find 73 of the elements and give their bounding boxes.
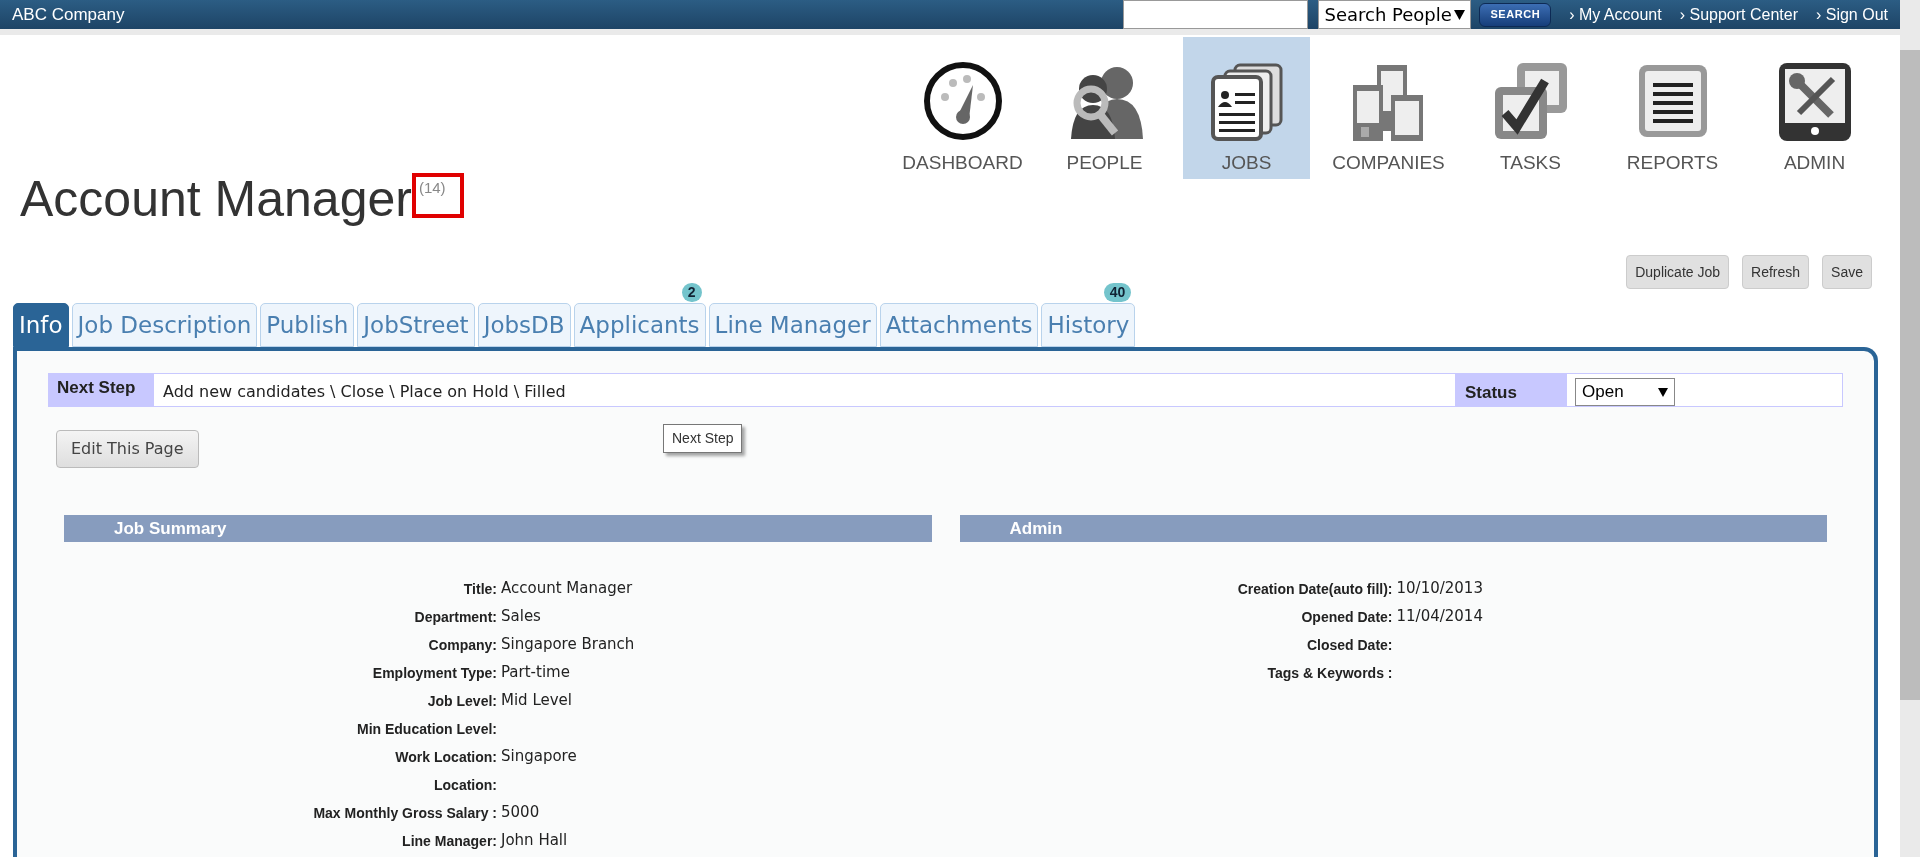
next-step-label: Next Step	[49, 374, 154, 406]
tab[interactable]: History	[1041, 303, 1136, 347]
action-button[interactable]: Duplicate Job	[1626, 255, 1730, 289]
tab[interactable]: Applicants	[573, 303, 706, 347]
record-count: (14)	[411, 173, 464, 218]
action-button[interactable]: Save	[1822, 255, 1872, 289]
field-label: Tags & Keywords :	[1266, 664, 1394, 683]
search-select[interactable]: Search People	[1318, 0, 1472, 30]
tab[interactable]: Line Manager	[708, 303, 877, 347]
nav-label: PEOPLE	[1066, 151, 1143, 175]
field-value: Singapore Branch	[501, 634, 635, 655]
field-label: Work Location:	[394, 748, 498, 767]
tab[interactable]: Publish	[260, 303, 355, 347]
field-label: Line Manager:	[401, 832, 498, 851]
field-value: Sales	[501, 606, 541, 627]
nav-label: JOBS	[1221, 151, 1272, 175]
search-button[interactable]: SEARCH	[1479, 2, 1552, 27]
field-value: 5000	[501, 802, 540, 823]
field-value: Account Manager	[501, 578, 633, 599]
field-label: Closed Date:	[1305, 636, 1394, 655]
header-link[interactable]: › Sign Out	[1815, 2, 1888, 27]
count-badge: 40	[1103, 283, 1132, 302]
field-label: Max Monthly Gross Salary :	[312, 804, 498, 823]
action-button[interactable]: Refresh	[1742, 255, 1810, 289]
nav-label: DASHBOARD	[902, 151, 1023, 175]
status-label: Status	[1455, 374, 1567, 406]
count-badge: 2	[681, 283, 702, 302]
field-label: Opened Date:	[1300, 608, 1394, 627]
section-header: Admin	[959, 515, 1827, 542]
nav-tile[interactable]: DASHBOARD	[899, 37, 1026, 179]
nav-label: COMPANIES	[1332, 151, 1445, 175]
page-title: Account Manager	[20, 170, 412, 229]
nav-tile[interactable]: REPORTS	[1609, 37, 1736, 179]
nav-label: ADMIN	[1783, 151, 1846, 175]
tab[interactable]: JobStreet	[357, 303, 475, 347]
nav-label: REPORTS	[1626, 151, 1719, 175]
field-label: Employment Type:	[371, 664, 498, 683]
field-label: Company:	[427, 636, 498, 655]
dropdown-caret-icon	[1658, 387, 1668, 397]
tab[interactable]: Info	[13, 303, 69, 347]
field-value: Mid Level	[501, 690, 572, 711]
field-label: Title:	[462, 580, 498, 599]
scrollbar[interactable]	[1900, 0, 1920, 857]
nav-tile[interactable]: ADMIN	[1751, 37, 1878, 179]
nav-tile[interactable]: JOBS	[1183, 37, 1310, 179]
field-label: Location:	[433, 776, 498, 795]
search-field[interactable]	[1123, 0, 1309, 30]
nav-tile[interactable]: PEOPLE	[1041, 37, 1168, 179]
brand-name: ABC Company	[12, 3, 125, 26]
dropdown-caret-icon	[1454, 9, 1466, 20]
tab[interactable]: Attachments	[879, 303, 1039, 347]
nav-tile[interactable]: TASKS	[1467, 37, 1594, 179]
field-label: Creation Date(auto fill):	[1236, 580, 1394, 599]
field-label: Min Education Level:	[356, 720, 498, 739]
field-value: Part-time	[501, 662, 570, 683]
field-value: Singapore	[501, 746, 577, 767]
tooltip: Next Step	[663, 424, 743, 453]
header-link[interactable]: › My Account	[1569, 2, 1662, 27]
nav-tile[interactable]: COMPANIES	[1325, 37, 1452, 179]
field-label: Department:	[413, 608, 498, 627]
next-step-text: Add new candidates \ Close \ Place on Hold \ Filled	[162, 381, 567, 403]
field-label: Job Level:	[426, 692, 498, 711]
field-value: John Hall	[501, 830, 568, 851]
scrollbar-thumb[interactable]	[1900, 50, 1920, 700]
edit-page-button[interactable]: Edit This Page	[56, 430, 199, 468]
field-value: 10/10/2013	[1396, 578, 1483, 599]
header-link[interactable]: › Support Center	[1679, 2, 1798, 27]
field-value: 11/04/2014	[1396, 606, 1483, 627]
tab[interactable]: Job Description	[71, 303, 258, 347]
status-select[interactable]: Open	[1575, 378, 1675, 406]
section-header: Job Summary	[64, 515, 932, 542]
nav-label: TASKS	[1500, 151, 1561, 175]
tab[interactable]: JobsDB	[477, 303, 571, 347]
